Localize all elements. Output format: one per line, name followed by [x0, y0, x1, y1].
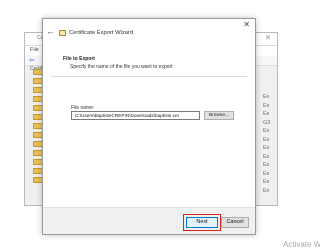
- next-button[interactable]: Next: [186, 217, 218, 228]
- certificate-export-wizard: ← Certificate Export Wizard ✕ File to Ex…: [42, 18, 256, 235]
- back-nav-icon[interactable]: ⇦: [29, 56, 35, 64]
- browse-button[interactable]: Browse...: [204, 111, 234, 120]
- list-item: Ex: [263, 94, 270, 100]
- menu-file[interactable]: File: [30, 47, 39, 53]
- list-item: Ex: [263, 128, 270, 134]
- activate-windows-watermark: Activate W: [283, 240, 320, 249]
- step-description: Specify the name of the file you want to…: [70, 64, 173, 70]
- list-item: Ex: [263, 136, 270, 143]
- background-close-icon[interactable]: ✕: [265, 34, 271, 42]
- list-item: Ex: [263, 102, 270, 109]
- header-separator: [51, 76, 247, 77]
- expiration-column: Ex Ex Ex G3 Ex Ex Ex Ex Ex Ex Ex Ex: [263, 93, 277, 203]
- list-item: G3: [263, 119, 271, 126]
- list-item: Ex: [263, 153, 270, 160]
- back-arrow-icon[interactable]: ←: [46, 27, 55, 36]
- wizard-title: Certificate Export Wizard: [69, 30, 134, 36]
- wizard-footer: Next Cancel: [43, 207, 255, 234]
- list-item: Ex: [263, 179, 270, 185]
- cancel-button[interactable]: Cancel: [221, 217, 249, 228]
- list-item: Ex: [263, 187, 270, 194]
- list-item: Ex: [263, 162, 270, 168]
- list-item: Ex: [263, 170, 270, 177]
- list-item: Ex: [263, 111, 270, 117]
- step-title: File to Export: [63, 56, 95, 62]
- list-item: Ex: [263, 145, 270, 151]
- file-name-input[interactable]: C:\Users\BaptisteCREPIN\Downloads\baptis…: [71, 111, 200, 120]
- close-icon[interactable]: ✕: [243, 20, 250, 29]
- certificate-icon: [59, 30, 66, 36]
